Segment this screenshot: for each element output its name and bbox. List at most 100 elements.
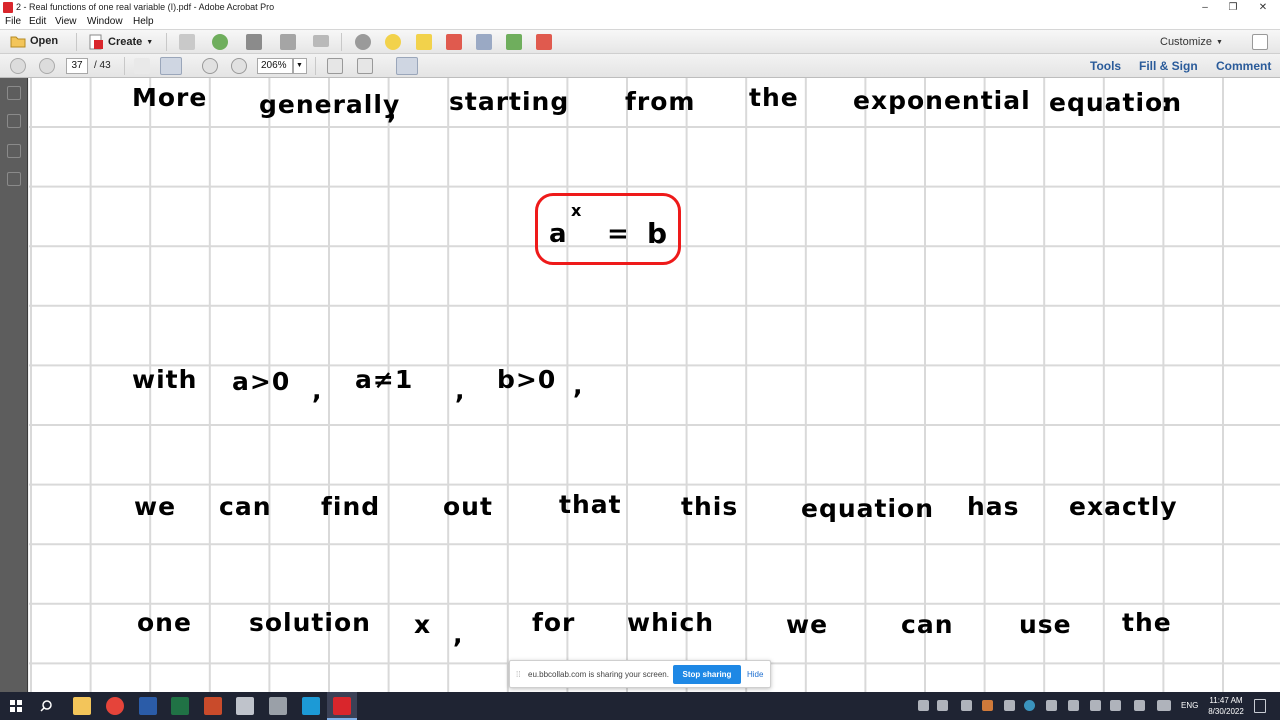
handwritten-word: a≠1 — [355, 365, 414, 394]
previous-page-icon[interactable] — [10, 58, 26, 74]
cloud-upload-icon[interactable] — [212, 34, 228, 50]
chevron-down-icon: ▼ — [1215, 38, 1223, 46]
menu-edit[interactable]: Edit — [29, 16, 46, 27]
highlight-icon[interactable] — [416, 34, 432, 50]
menu-view[interactable]: View — [55, 16, 77, 27]
stop-sharing-button[interactable]: Stop sharing — [673, 665, 741, 684]
close-button[interactable]: ✕ — [1248, 0, 1278, 15]
export-icon[interactable] — [506, 34, 522, 50]
edit-document-icon[interactable] — [280, 34, 296, 50]
equation-equals: = — [607, 219, 629, 249]
tray-app-icon[interactable] — [1004, 700, 1015, 711]
email-icon[interactable] — [313, 35, 329, 47]
handwritten-word: that — [559, 490, 622, 519]
equation-base: a — [549, 219, 567, 249]
zoom-in-icon[interactable] — [231, 58, 247, 74]
next-page-icon[interactable] — [39, 58, 55, 74]
acrobat-icon[interactable] — [333, 697, 351, 715]
document-search-icon[interactable] — [476, 34, 492, 50]
handwritten-word: which — [627, 608, 715, 637]
bookmarks-icon[interactable] — [7, 114, 21, 128]
toolbar-divider — [315, 57, 316, 75]
fill-sign-panel-link[interactable]: Fill & Sign — [1139, 59, 1198, 73]
fit-page-icon[interactable] — [327, 58, 343, 74]
notifications-icon[interactable] — [1254, 699, 1266, 713]
folder-icon — [10, 36, 26, 48]
read-mode-icon[interactable] — [396, 57, 418, 75]
handwritten-word: from — [625, 87, 696, 116]
customize-button[interactable]: Customize ▼ — [1160, 36, 1223, 48]
hand-tool-icon[interactable] — [160, 57, 182, 75]
drag-handle-icon[interactable]: ⁞⁞ — [516, 670, 520, 679]
handwritten-word: x — [414, 610, 432, 639]
menu-bar: File Edit View Window Help — [0, 15, 1280, 29]
comment-panel-link[interactable]: Comment — [1216, 59, 1271, 73]
sign-stamp-icon[interactable] — [536, 34, 552, 50]
grid-paper — [29, 78, 1280, 692]
redact-icon[interactable] — [446, 34, 462, 50]
tools-panel-link[interactable]: Tools — [1090, 59, 1121, 73]
tray-app-icon[interactable] — [961, 700, 972, 711]
system-clock[interactable]: 11:47 AM 8/30/2022 — [1204, 695, 1248, 717]
tray-app-icon[interactable] — [1068, 700, 1079, 711]
snipping-tool-icon[interactable] — [236, 697, 254, 715]
toolbar-divider — [124, 57, 125, 75]
handwritten-word: More — [132, 83, 208, 112]
tray-app-icon[interactable] — [918, 700, 929, 711]
full-screen-icon[interactable] — [357, 58, 373, 74]
collaborate-app-icon[interactable] — [302, 697, 320, 715]
menu-file[interactable]: File — [5, 16, 21, 27]
language-indicator[interactable]: ENG — [1181, 701, 1198, 710]
print-icon[interactable] — [246, 34, 262, 50]
clock-date: 8/30/2022 — [1208, 707, 1244, 716]
page-count: / 43 — [94, 60, 111, 71]
equation-rhs: b — [647, 217, 668, 250]
zoom-dropdown-icon[interactable]: ▼ — [293, 58, 307, 74]
page-number-input[interactable]: 37 — [66, 58, 88, 74]
search-icon[interactable] — [40, 700, 52, 712]
document-page[interactable]: More generally , starting from the expon… — [29, 78, 1280, 692]
pen-icon[interactable] — [1134, 700, 1145, 711]
toolbar-divider — [341, 33, 342, 51]
chrome-icon[interactable] — [106, 697, 124, 715]
volume-icon[interactable] — [1110, 700, 1121, 711]
taskbar: ENG 11:47 AM 8/30/2022 — [0, 692, 1280, 720]
save-icon[interactable] — [179, 34, 195, 50]
word-icon[interactable] — [139, 697, 157, 715]
zoom-out-icon[interactable] — [202, 58, 218, 74]
layers-icon[interactable] — [7, 172, 21, 186]
expand-icon[interactable] — [1252, 34, 1268, 50]
menu-help[interactable]: Help — [133, 16, 154, 27]
excel-icon[interactable] — [171, 697, 189, 715]
network-icon[interactable] — [1090, 700, 1101, 711]
handwritten-word: b>0 — [497, 365, 557, 394]
page-thumbnails-icon[interactable] — [7, 86, 21, 100]
handwritten-word: , — [312, 376, 323, 405]
tray-app-icon[interactable] — [1024, 700, 1035, 711]
create-button[interactable]: Create ▼ — [88, 34, 153, 50]
toolbar-divider — [76, 33, 77, 51]
minimize-button[interactable]: – — [1190, 0, 1220, 15]
handwritten-word: can — [901, 610, 954, 639]
handwritten-word: a>0 — [232, 367, 291, 396]
tray-app-icon[interactable] — [1046, 700, 1057, 711]
settings-gear-icon[interactable] — [355, 34, 371, 50]
file-explorer-icon[interactable] — [73, 697, 91, 715]
hide-sharing-bar-link[interactable]: Hide — [747, 670, 763, 679]
powerpoint-icon[interactable] — [204, 697, 222, 715]
tray-app-icon[interactable] — [982, 700, 993, 711]
media-player-icon[interactable] — [269, 697, 287, 715]
window-title: 2 - Real functions of one real variable … — [16, 2, 275, 12]
select-cursor-icon[interactable] — [134, 58, 150, 74]
handwritten-word: find — [321, 492, 381, 521]
comment-bubble-icon[interactable] — [385, 34, 401, 50]
signatures-icon[interactable] — [7, 144, 21, 158]
open-button[interactable]: Open — [10, 34, 58, 48]
menu-window[interactable]: Window — [87, 16, 123, 27]
restore-button[interactable]: ❐ — [1218, 0, 1248, 15]
keyboard-icon[interactable] — [1157, 700, 1171, 711]
zoom-level-input[interactable]: 206% — [257, 58, 293, 74]
tray-app-icon[interactable] — [937, 700, 948, 711]
start-windows-icon[interactable] — [10, 700, 22, 712]
chevron-down-icon: ▼ — [146, 38, 154, 46]
